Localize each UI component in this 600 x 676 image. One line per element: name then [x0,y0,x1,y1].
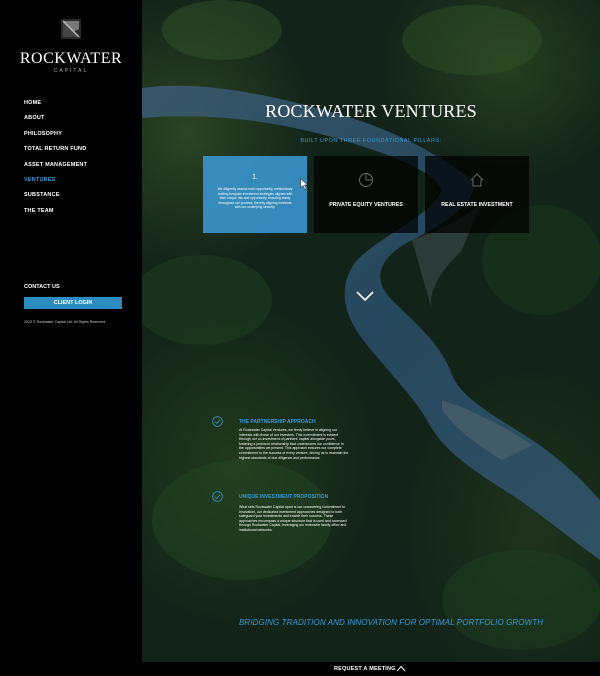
brand-subtitle: CAPITAL [53,68,89,74]
copyright-text: 2023 © Rockwater Capital Ltd. All Rights… [24,320,107,324]
nav-item-philosophy[interactable]: PHILOSOPHY [24,129,87,144]
pillar-card-label: REAL ESTATE INVESTMENT [441,202,513,208]
page-subtitle: BUILT UPON THREE FOUNDATIONAL PILLARS: [300,138,442,144]
pie-chart-icon [359,172,374,187]
check-circle-icon [212,491,223,502]
request-meeting-button[interactable]: REQUEST A MEETING [334,664,396,674]
hero-section: ROCKWATER VENTURES BUILT UPON THREE FOUN… [142,0,600,662]
page-title: ROCKWATER VENTURES [265,101,477,121]
client-login-button[interactable]: CLIENT LOGIN [24,297,122,309]
nav-item-about[interactable]: ABOUT [24,113,87,128]
contact-us-link[interactable]: CONTACT US [24,284,60,290]
brand-name[interactable]: ROCKWATER [0,50,142,68]
section-title-partnership: THE PARTNERSHIP APPROACH [239,419,316,425]
pillar-card-label: PRIVATE EQUITY VENTURES [329,202,403,208]
hero-overlay [142,0,600,662]
section-body-partnership: At Rockwater Capital Ventures, we firmly… [239,428,349,460]
chevron-up-icon[interactable] [396,665,406,672]
bottom-bar: REQUEST A MEETING [142,662,600,676]
scroll-down-chevron-icon[interactable] [356,290,374,302]
tagline: BRIDGING TRADITION AND INNOVATION FOR OP… [239,618,544,627]
section-title-unique-proposition: UNIQUE INVESTMENT PROPOSITION [239,494,329,500]
section-body-unique-proposition: What sets Rockwater Capital apart is our… [239,505,347,532]
nav-item-total-return-fund[interactable]: TOTAL RETURN FUND [24,144,87,159]
nav-item-substance[interactable]: SUBSTANCE [24,190,87,205]
pillar-card-real-estate[interactable]: REAL ESTATE INVESTMENT [425,156,529,233]
rockwater-logo-icon[interactable] [61,19,81,39]
pillar-card-number: 1. [252,174,258,181]
pillar-card-description: We diligently assess each opportunity, m… [217,187,293,209]
nav-item-ventures[interactable]: VENTURES [24,175,87,190]
main-nav: HOME ABOUT PHILOSOPHY TOTAL RETURN FUND … [24,98,87,221]
nav-item-the-team[interactable]: THE TEAM [24,206,87,221]
mouse-cursor-icon [300,178,308,190]
check-circle-icon [212,416,223,427]
house-icon [470,173,484,187]
sidebar: ROCKWATER CAPITAL HOME ABOUT PHILOSOPHY … [0,0,142,676]
pillar-card-private-equity[interactable]: PRIVATE EQUITY VENTURES [314,156,418,233]
nav-item-home[interactable]: HOME [24,98,87,113]
pillar-card-1[interactable]: 1. We diligently assess each opportunity… [203,156,307,233]
nav-item-asset-management[interactable]: ASSET MANAGEMENT [24,160,87,175]
